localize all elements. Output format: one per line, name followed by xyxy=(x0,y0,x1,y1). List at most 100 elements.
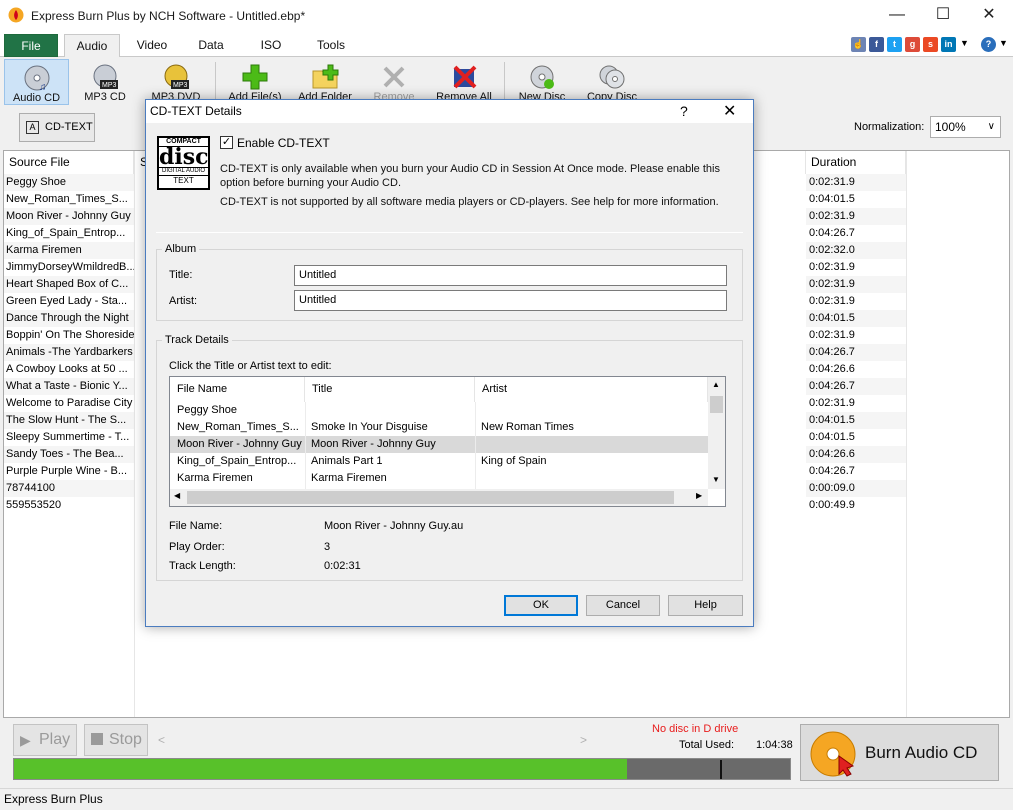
list-item-duration[interactable]: 0:02:31.9 xyxy=(806,174,906,191)
enable-cd-text-checkbox[interactable]: ✓ xyxy=(220,136,233,149)
scroll-left-icon[interactable]: ◀ xyxy=(174,491,180,500)
ok-button[interactable]: OK xyxy=(504,595,578,616)
list-item-duration[interactable]: 0:00:09.0 xyxy=(806,480,906,497)
table-vertical-scrollbar[interactable]: ▲ ▼ xyxy=(708,377,725,489)
table-cell-artist[interactable]: New Roman Times xyxy=(481,419,701,436)
list-item-duration[interactable]: 0:04:01.5 xyxy=(806,429,906,446)
cancel-button[interactable]: Cancel xyxy=(586,595,660,616)
list-item-source[interactable]: A Cowboy Looks at 50 ... xyxy=(4,361,134,378)
maximize-button[interactable]: ☐ xyxy=(920,0,966,32)
chevron-down-icon[interactable]: ▼ xyxy=(960,38,969,48)
enable-cd-text-label[interactable]: Enable CD-TEXT xyxy=(237,136,330,150)
tab-data[interactable]: Data xyxy=(184,34,238,57)
seek-right-arrow[interactable]: > xyxy=(580,733,587,747)
list-item-duration[interactable]: 0:04:26.7 xyxy=(806,344,906,361)
list-item-source[interactable]: Peggy Shoe xyxy=(4,174,134,191)
list-item-source[interactable]: Moon River - Johnny Guy xyxy=(4,208,134,225)
table-row[interactable]: Peggy Shoe xyxy=(170,402,708,419)
list-item-duration[interactable]: 0:02:32.0 xyxy=(806,242,906,259)
table-cell-title[interactable]: Smoke In Your Disguise xyxy=(311,419,476,436)
table-row[interactable]: King_of_Spain_Entrop... Animals Part 1 Kin… xyxy=(170,453,708,470)
table-row[interactable]: Moon River - Johnny Guy Moon River - John… xyxy=(170,436,708,453)
list-item-duration[interactable]: 0:02:31.9 xyxy=(806,293,906,310)
list-item-source[interactable]: Sleepy Summertime - T... xyxy=(4,429,134,446)
list-item-source[interactable]: JimmyDorseyWmildredB... xyxy=(4,259,134,276)
stumbleupon-icon[interactable]: s xyxy=(923,37,938,52)
tab-tools[interactable]: Tools xyxy=(303,34,359,57)
twitter-icon[interactable]: t xyxy=(887,37,902,52)
list-item-duration[interactable]: 0:02:31.9 xyxy=(806,395,906,412)
list-item-duration[interactable]: 0:04:01.5 xyxy=(806,412,906,429)
list-item-duration[interactable]: 0:04:26.7 xyxy=(806,378,906,395)
list-item-source[interactable]: Karma Firemen xyxy=(4,242,134,259)
list-item-duration[interactable]: 0:04:01.5 xyxy=(806,191,906,208)
list-item-source[interactable]: Dance Through the Night xyxy=(4,310,134,327)
play-button[interactable]: ▶ Play xyxy=(13,724,77,756)
list-item-duration[interactable]: 0:02:31.9 xyxy=(806,208,906,225)
table-row[interactable]: New_Roman_Times_S... Smoke In Your Disgui… xyxy=(170,419,708,436)
list-item-duration[interactable]: 0:04:26.7 xyxy=(806,225,906,242)
list-item-duration[interactable]: 0:02:31.9 xyxy=(806,327,906,344)
scroll-thumb[interactable] xyxy=(710,396,723,413)
list-item-source[interactable]: Sandy Toes - The Bea... xyxy=(4,446,134,463)
table-row[interactable]: Karma Firemen Karma Firemen xyxy=(170,470,708,487)
list-item-source[interactable]: Purple Purple Wine - B... xyxy=(4,463,134,480)
list-item-duration[interactable]: 0:00:49.9 xyxy=(806,497,906,514)
list-item-duration[interactable]: 0:02:31.9 xyxy=(806,276,906,293)
list-item-source[interactable]: Animals -The Yardbarkers xyxy=(4,344,134,361)
column-header-source-file[interactable]: Source File xyxy=(4,151,134,174)
google-plus-icon[interactable]: g xyxy=(905,37,920,52)
tab-file[interactable]: File xyxy=(4,34,58,57)
facebook-icon[interactable]: f xyxy=(869,37,884,52)
list-item-source[interactable]: The Slow Hunt - The S... xyxy=(4,412,134,429)
list-item-source[interactable]: What a Taste - Bionic Y... xyxy=(4,378,134,395)
tab-audio[interactable]: Audio xyxy=(64,34,120,58)
album-artist-input[interactable]: Untitled xyxy=(294,290,727,311)
table-cell-title[interactable]: Karma Firemen xyxy=(311,470,476,487)
list-item-source[interactable]: King_of_Spain_Entrop... xyxy=(4,225,134,242)
dialog-close-button[interactable]: ✕ xyxy=(723,101,736,121)
dialog-help-button[interactable]: ? xyxy=(680,103,688,119)
close-window-button[interactable]: ✕ xyxy=(966,0,1012,32)
thumbs-up-icon[interactable]: ☝ xyxy=(851,37,866,52)
list-item-source[interactable]: 559553520 xyxy=(4,497,134,514)
table-horizontal-scrollbar[interactable]: ◀ ▶ xyxy=(170,489,708,506)
table-cell-artist[interactable]: King of Spain xyxy=(481,453,701,470)
scroll-down-icon[interactable]: ▼ xyxy=(712,475,720,484)
table-cell-title[interactable]: Animals Part 1 xyxy=(311,453,476,470)
mp3-cd-button[interactable]: MP3 MP3 CD xyxy=(74,59,136,105)
scroll-right-icon[interactable]: ▶ xyxy=(696,491,702,500)
copy-disc-icon xyxy=(598,63,626,91)
list-item-source[interactable]: Green Eyed Lady - Sta... xyxy=(4,293,134,310)
seek-left-arrow[interactable]: < xyxy=(158,733,165,747)
list-item-source[interactable]: Welcome to Paradise City xyxy=(4,395,134,412)
tab-video[interactable]: Video xyxy=(125,34,179,57)
list-item-source[interactable]: 78744100 xyxy=(4,480,134,497)
list-item-duration[interactable]: 0:02:31.9 xyxy=(806,259,906,276)
cd-text-button[interactable]: A CD-TEXT xyxy=(19,113,95,142)
list-item-duration[interactable]: 0:04:01.5 xyxy=(806,310,906,327)
table-header-file-name[interactable]: File Name xyxy=(170,377,305,402)
stop-button[interactable]: Stop xyxy=(84,724,148,756)
scroll-up-icon[interactable]: ▲ xyxy=(712,380,720,389)
list-item-source[interactable]: Boppin' On The Shoreside xyxy=(4,327,134,344)
audio-cd-button[interactable]: ♫ Audio CD xyxy=(4,59,69,105)
table-header-artist[interactable]: Artist xyxy=(475,377,708,402)
normalization-select[interactable]: 100% ∨ xyxy=(930,116,1001,138)
tab-iso[interactable]: ISO xyxy=(244,34,298,57)
minimize-button[interactable]: — xyxy=(874,0,920,32)
linkedin-icon[interactable]: in xyxy=(941,37,956,52)
column-header-duration[interactable]: Duration xyxy=(806,151,906,174)
table-header-title[interactable]: Title xyxy=(305,377,475,402)
scroll-thumb[interactable] xyxy=(187,491,674,504)
list-item-duration[interactable]: 0:04:26.6 xyxy=(806,446,906,463)
list-item-duration[interactable]: 0:04:26.6 xyxy=(806,361,906,378)
table-cell-title[interactable]: Moon River - Johnny Guy xyxy=(311,436,476,453)
list-item-duration[interactable]: 0:04:26.7 xyxy=(806,463,906,480)
list-item-source[interactable]: New_Roman_Times_S... xyxy=(4,191,134,208)
album-title-input[interactable]: Untitled xyxy=(294,265,727,286)
help-button[interactable]: Help xyxy=(668,595,743,616)
help-dropdown-icon[interactable]: ▼ xyxy=(999,38,1008,48)
list-item-source[interactable]: Heart Shaped Box of C... xyxy=(4,276,134,293)
help-icon[interactable]: ? xyxy=(981,37,996,52)
